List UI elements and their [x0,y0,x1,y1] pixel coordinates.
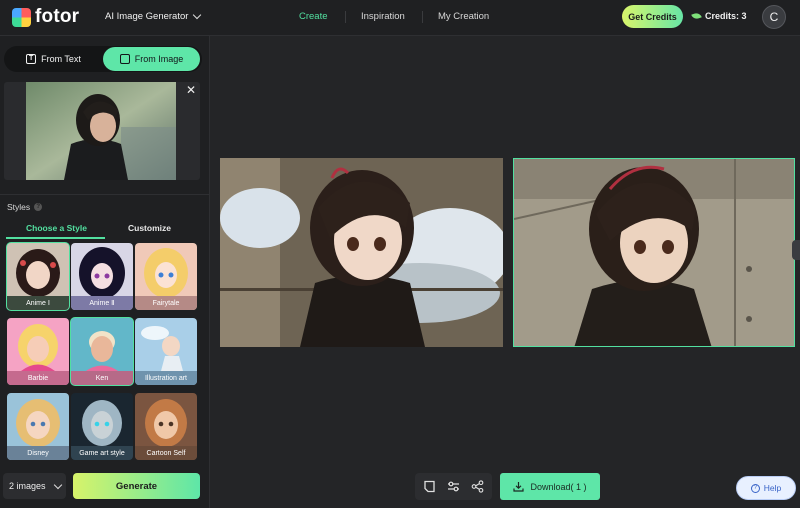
image-icon [119,54,130,64]
app-window: fotor AI Image Generator Create Inspirat… [0,0,800,508]
adjust-icon[interactable] [447,480,460,493]
credits-indicator: Credits: 3 [691,11,747,21]
style-card-fairytale[interactable]: Fairytale [135,243,197,310]
tab-customize[interactable]: Customize [128,223,171,233]
style-card-illustration-art[interactable]: Illustration art [135,318,197,385]
styles-heading: Styles ? [7,202,43,212]
share-icon[interactable] [471,480,484,493]
divider [0,194,210,195]
style-label: Game art style [79,449,125,457]
logo-text: fotor [35,6,80,27]
help-label: Help [763,483,782,493]
styles-label: Styles [7,202,31,212]
style-card-anime-2[interactable]: Anime Ⅱ [71,243,133,310]
style-label: Barbie [27,374,49,382]
style-label: Anime Ⅱ [89,300,115,307]
chevron-down-icon [193,10,202,20]
tab-from-image-label: From Image [134,54,184,64]
image-count-value: 2 images [9,481,46,491]
close-icon[interactable]: ✕ [186,83,196,97]
result-image-2[interactable] [513,158,795,347]
style-card-disney[interactable]: Disney [7,393,69,460]
tab-from-image[interactable]: From Image [103,47,200,71]
leaf-icon [691,11,702,21]
download-label: Download( 1 ) [530,481,587,492]
fotor-logo[interactable]: fotor [12,7,79,27]
product-dropdown[interactable]: AI Image Generator [105,10,202,22]
style-card-game-art-style[interactable]: Game art style [71,393,133,460]
text-icon: T [26,54,37,64]
nav-my-creation[interactable]: My Creation [438,11,489,22]
style-label: Illustration art [144,374,188,382]
style-label: Ken [95,374,109,382]
image-toolbar [415,473,492,500]
download-button[interactable]: Download( 1 ) [500,473,600,500]
style-label: Cartoon Self [146,449,186,457]
question-icon[interactable]: ? [34,203,43,211]
mode-tabs: T From Text From Image [4,46,202,72]
generate-button[interactable]: Generate [73,473,200,499]
help-button[interactable]: ? Help [736,476,796,500]
style-card-ken[interactable]: Ken [70,317,134,386]
credits-text: Credits: 3 [705,11,747,21]
help-icon: ? [750,483,760,493]
style-label: Fairytale [152,299,180,307]
active-tab-underline [6,237,105,239]
download-icon [513,482,525,492]
image-count-select[interactable]: 2 images [3,473,66,499]
style-label: Anime Ⅰ [26,300,50,307]
fotor-logo-icon [12,7,31,27]
top-bar: fotor AI Image Generator Create Inspirat… [0,0,800,36]
nav-create[interactable]: Create [299,11,328,22]
style-card-barbie[interactable]: Barbie [7,318,69,385]
product-label: AI Image Generator [105,11,189,22]
collapse-handle[interactable] [792,240,800,260]
left-panel: T From Text From Image ✕ Styles ? Choose… [0,36,210,508]
get-credits-button[interactable]: Get Credits [622,5,683,28]
tab-from-text-label: From Text [41,54,81,64]
nav-divider [345,11,346,23]
tab-from-text[interactable]: T From Text [6,47,101,71]
nav-inspiration[interactable]: Inspiration [361,11,405,22]
uploaded-image [26,82,176,180]
chevron-down-icon [53,480,62,489]
style-card-anime-1[interactable]: Anime Ⅰ [6,242,70,311]
tab-choose-style[interactable]: Choose a Style [26,223,87,233]
annotate-icon[interactable] [423,480,436,493]
result-image-1[interactable] [220,158,503,347]
avatar[interactable]: C [762,5,786,29]
nav-divider [422,11,423,23]
style-label: Disney [27,449,49,457]
uploaded-image-area [4,82,200,180]
style-card-cartoon-self[interactable]: Cartoon Self [135,393,197,460]
